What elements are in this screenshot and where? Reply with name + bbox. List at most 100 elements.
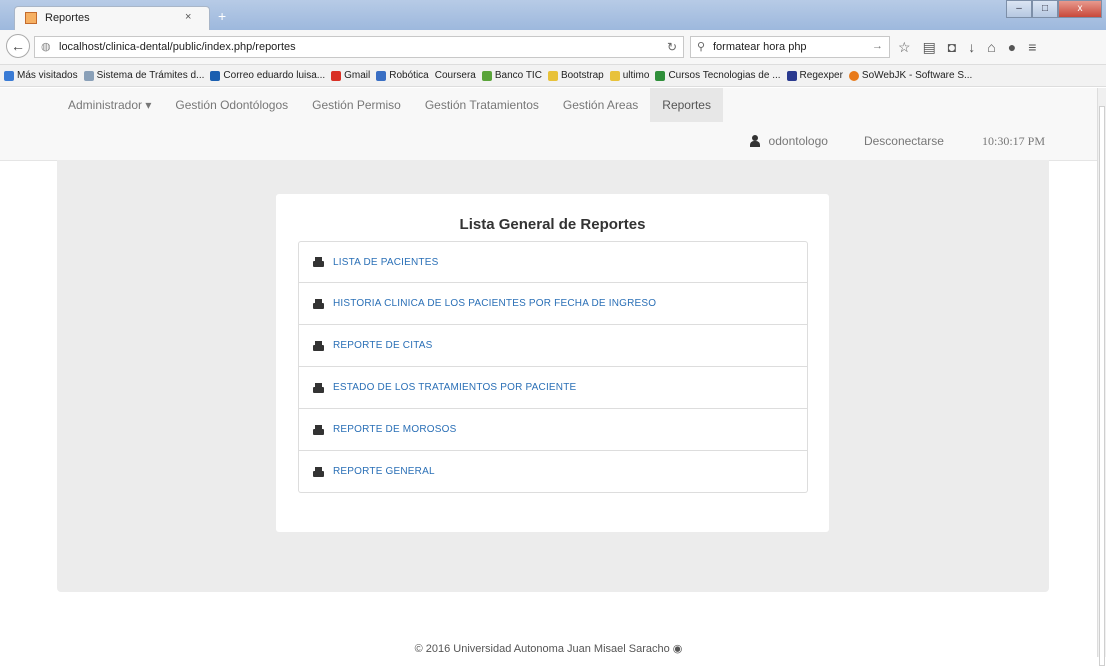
print-icon	[313, 466, 324, 477]
logout-link[interactable]: Desconectarse	[864, 134, 944, 148]
footer: © 2016 Universidad Autonoma Juan Misael …	[0, 642, 1097, 655]
maximize-button[interactable]: □	[1032, 0, 1058, 18]
bookmark-favicon-icon	[481, 70, 492, 81]
folder-icon	[609, 70, 620, 81]
bookmark-favicon-icon	[83, 70, 94, 81]
bookmark-star-icon[interactable]: ☆	[898, 39, 911, 56]
bookmark-item[interactable]: Gmail	[331, 70, 370, 81]
pocket-icon[interactable]: ◘	[948, 39, 956, 56]
bookmark-label: SoWebJK - Software S...	[861, 70, 973, 81]
search-icon: ⚲	[697, 41, 706, 53]
report-link[interactable]: ESTADO DE LOS TRATAMIENTOS POR PACIENTE	[333, 382, 576, 393]
menu-item-gestion-areas[interactable]: Gestión Areas	[551, 88, 650, 122]
bookmarks-bar: Más visitados Sistema de Trámites d... C…	[0, 65, 1106, 87]
menu-item-reportes[interactable]: Reportes	[650, 88, 723, 122]
user-profile[interactable]: odontologo	[749, 134, 828, 148]
report-item-morosos[interactable]: REPORTE DE MOROSOS	[298, 409, 808, 451]
bookmark-label: Cursos Tecnologias de ...	[668, 70, 781, 81]
new-tab-button[interactable]: +	[218, 8, 226, 24]
url-text: localhost/clinica-dental/public/index.ph…	[59, 41, 296, 53]
report-item-general[interactable]: REPORTE GENERAL	[298, 451, 808, 493]
print-icon	[313, 382, 324, 393]
bookmark-item[interactable]: Cursos Tecnologias de ...	[655, 70, 781, 81]
bookmark-item[interactable]: Regexper	[786, 70, 843, 81]
print-icon	[313, 257, 324, 267]
folder-icon	[547, 70, 558, 81]
bookmark-label: Correo eduardo luisa...	[223, 70, 326, 81]
bookmark-item[interactable]: Robótica	[376, 70, 429, 81]
report-link[interactable]: REPORTE DE MOROSOS	[333, 424, 456, 435]
menu-item-gestion-odontologos[interactable]: Gestión Odontólogos	[163, 88, 300, 122]
bookmark-item[interactable]: Más visitados	[4, 70, 78, 81]
menu-item-gestion-tratamientos[interactable]: Gestión Tratamientos	[413, 88, 551, 122]
search-go-icon[interactable]: →	[872, 40, 883, 52]
tab-title: Reportes	[45, 12, 90, 24]
bookmark-item[interactable]: SoWebJK - Software S...	[848, 70, 973, 81]
reading-list-icon[interactable]: ▤	[923, 39, 936, 56]
bookmark-label: Coursera	[434, 70, 476, 81]
bookmark-label: Más visitados	[17, 70, 78, 81]
back-button[interactable]: ←	[6, 34, 30, 58]
browser-tab[interactable]: Reportes ×	[14, 6, 210, 30]
minimize-button[interactable]: –	[1006, 0, 1032, 18]
bookmark-item[interactable]: Correo eduardo luisa...	[210, 70, 325, 81]
report-item-estado-tratamientos[interactable]: ESTADO DE LOS TRATAMIENTOS POR PACIENTE	[298, 367, 808, 409]
clock: 10:30:17 PM	[981, 133, 1045, 148]
globe-icon: ◍	[41, 41, 51, 53]
home-icon[interactable]: ⌂	[987, 39, 995, 56]
user-name: odontologo	[768, 134, 828, 148]
reports-card: Lista General de Reportes LISTA DE PACIE…	[276, 194, 829, 532]
browser-toolbar: ← ◍ localhost/clinica-dental/public/inde…	[0, 30, 1106, 65]
app-navbar: Administrador ▾ Gestión Odontólogos Gest…	[0, 88, 1097, 161]
bookmark-label: Banco TIC	[494, 70, 542, 81]
report-link[interactable]: REPORTE GENERAL	[333, 466, 435, 477]
bookmark-label: Sistema de Trámites d...	[96, 70, 205, 81]
footer-text: © 2016 Universidad Autonoma Juan Misael …	[414, 643, 670, 655]
bookmark-item[interactable]: ultimo	[609, 70, 650, 81]
bookmark-favicon-icon	[376, 70, 387, 81]
search-input[interactable]: formatear hora php	[713, 41, 807, 53]
page-title: Lista General de Reportes	[459, 216, 646, 233]
bookmark-favicon-icon	[848, 70, 859, 81]
tab-close-button[interactable]: ×	[185, 11, 191, 23]
reload-icon[interactable]: ↻	[667, 40, 677, 54]
footer-emblem-icon: ◉	[672, 643, 683, 655]
report-item-citas[interactable]: REPORTE DE CITAS	[298, 325, 808, 367]
report-link[interactable]: LISTA DE PACIENTES	[333, 257, 438, 268]
main-menu: Administrador ▾ Gestión Odontólogos Gest…	[56, 88, 723, 122]
title-bar: Reportes × + – □ x	[0, 0, 1106, 30]
toolbar-icons: ☆ ▤ ◘ ↓ ⌂ ● ≡	[898, 39, 1036, 56]
address-bar[interactable]: ◍ localhost/clinica-dental/public/index.…	[34, 36, 684, 58]
report-link[interactable]: HISTORIA CLINICA DE LOS PACIENTES POR FE…	[333, 298, 656, 309]
download-icon[interactable]: ↓	[968, 39, 975, 56]
print-icon	[313, 424, 324, 435]
addon-icon[interactable]: ●	[1008, 39, 1016, 56]
close-window-button[interactable]: x	[1058, 0, 1102, 18]
page-favicon-icon	[25, 12, 37, 24]
scrollbar-thumb[interactable]	[1099, 106, 1105, 666]
user-bar: odontologo Desconectarse 10:30:17 PM	[749, 126, 1097, 156]
menu-icon[interactable]: ≡	[1028, 39, 1036, 56]
bookmark-item[interactable]: Sistema de Trámites d...	[83, 70, 205, 81]
report-item-lista-pacientes[interactable]: LISTA DE PACIENTES	[298, 241, 808, 283]
menu-item-gestion-permiso[interactable]: Gestión Permiso	[300, 88, 413, 122]
main-panel: Lista General de Reportes LISTA DE PACIE…	[57, 160, 1049, 592]
bookmark-item[interactable]: Banco TIC	[481, 70, 542, 81]
bookmark-label: Regexper	[799, 70, 843, 81]
bookmark-label: Bootstrap	[560, 70, 604, 81]
reports-list: LISTA DE PACIENTES HISTORIA CLINICA DE L…	[298, 241, 808, 493]
report-item-historia-clinica[interactable]: HISTORIA CLINICA DE LOS PACIENTES POR FE…	[298, 283, 808, 325]
bookmark-favicon-icon	[210, 70, 221, 81]
report-link[interactable]: REPORTE DE CITAS	[333, 340, 433, 351]
bookmark-favicon-icon	[786, 70, 797, 81]
user-icon	[749, 135, 761, 147]
page-scrollbar[interactable]	[1097, 88, 1106, 666]
search-box[interactable]: ⚲ formatear hora php →	[690, 36, 890, 58]
bookmark-item[interactable]: Coursera	[435, 70, 476, 81]
print-icon	[313, 298, 324, 309]
menu-item-administrador[interactable]: Administrador ▾	[56, 88, 163, 122]
bookmark-item[interactable]: Bootstrap	[547, 70, 604, 81]
bookmark-label: Robótica	[389, 70, 429, 81]
bookmark-label: ultimo	[622, 70, 650, 81]
bookmark-favicon-icon	[4, 70, 14, 81]
